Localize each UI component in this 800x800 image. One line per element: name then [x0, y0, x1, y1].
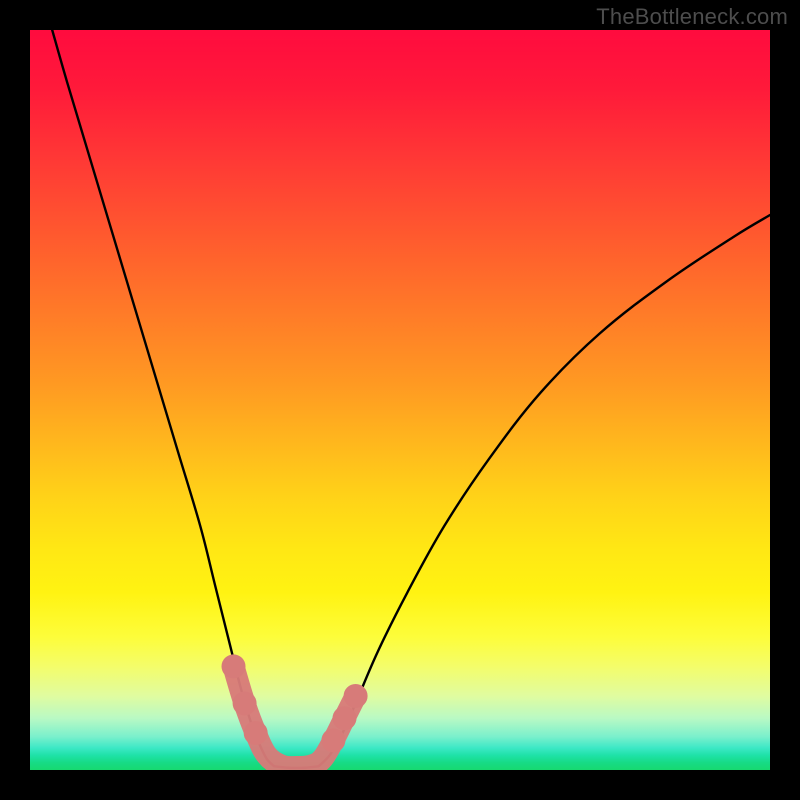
bottleneck-curve-right-branch	[319, 215, 770, 766]
chart-frame: TheBottleneck.com	[0, 0, 800, 800]
marker-dot	[333, 706, 357, 730]
bottleneck-curve-left-branch	[52, 30, 274, 766]
marker-dot	[222, 654, 246, 678]
watermark-text: TheBottleneck.com	[596, 4, 788, 30]
marker-dot	[321, 728, 345, 752]
marker-dot	[344, 684, 368, 708]
curve-layer	[30, 30, 770, 770]
marker-dot	[244, 721, 268, 745]
marker-dot	[233, 691, 257, 715]
plot-area	[30, 30, 770, 770]
